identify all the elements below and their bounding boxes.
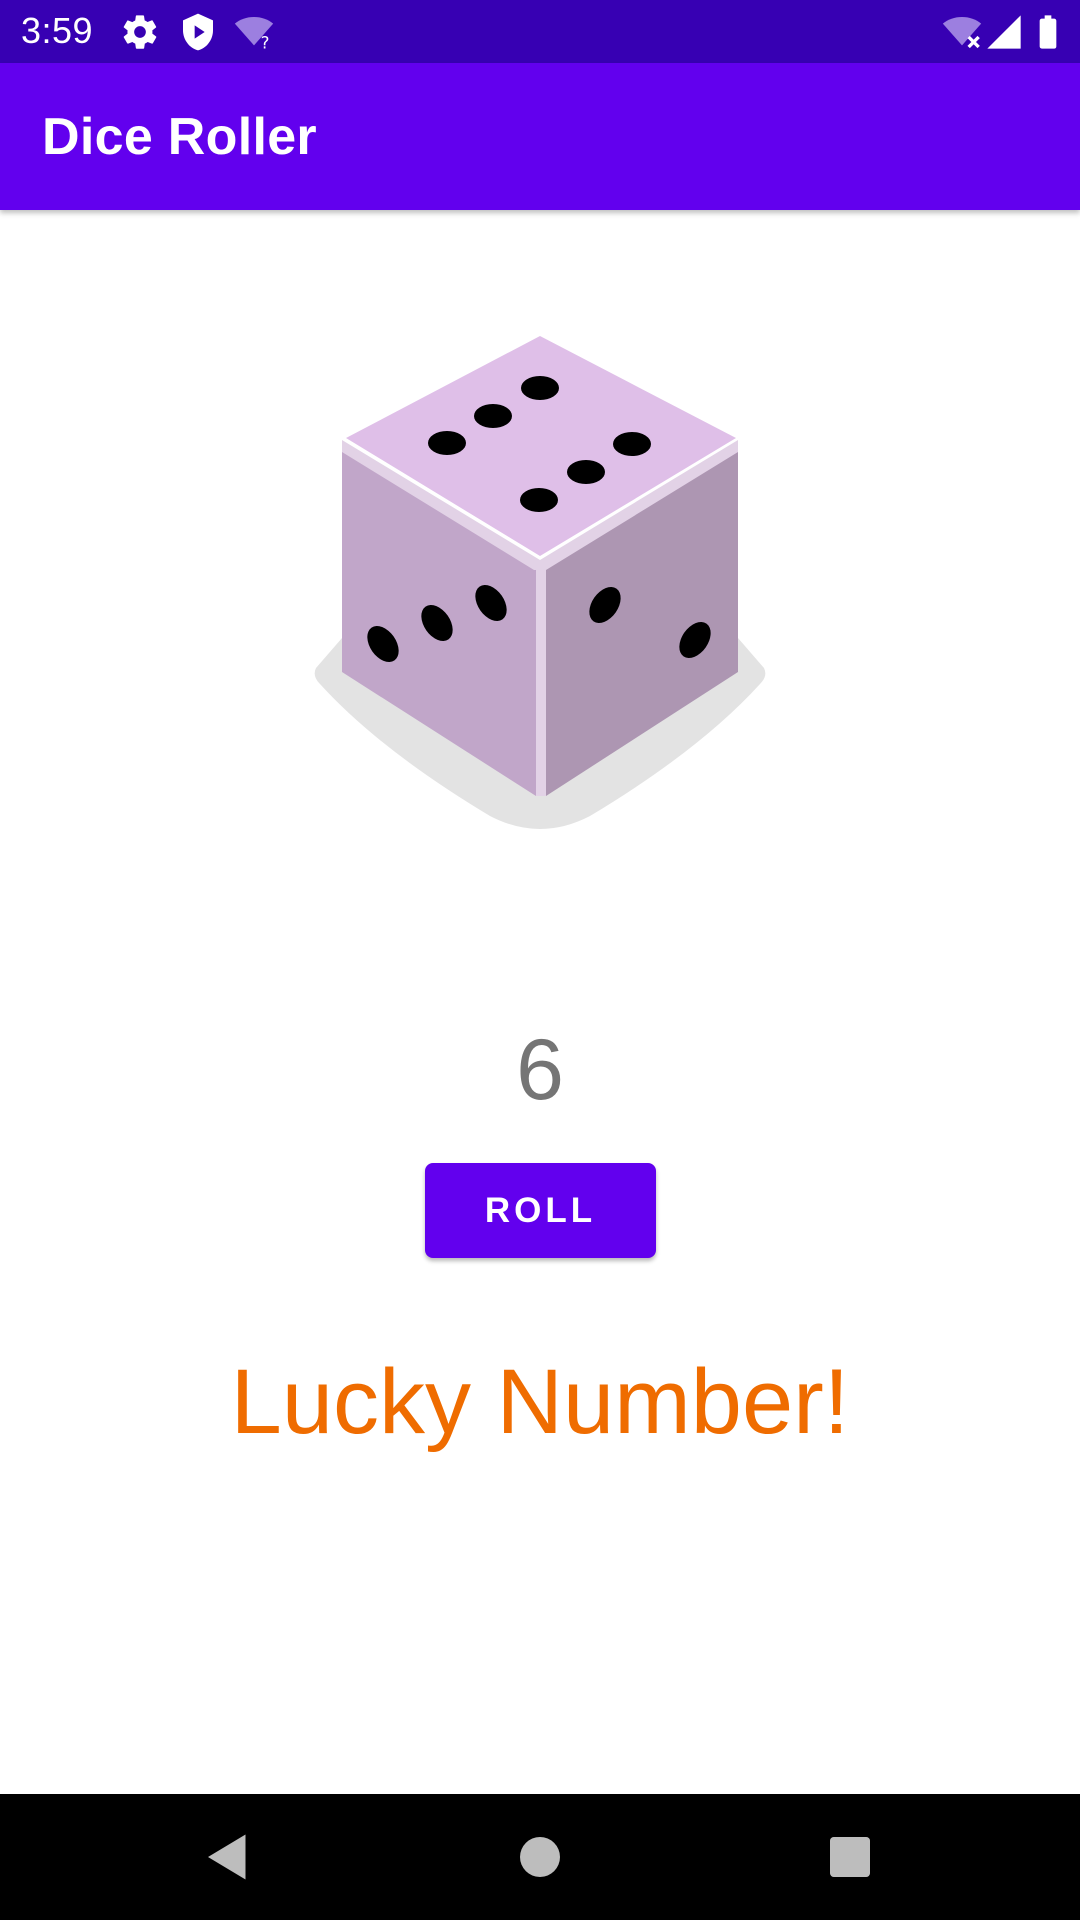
svg-text:?: ? — [261, 34, 270, 52]
status-bar: 3:59 ? — [0, 0, 1080, 63]
cellular-signal-icon — [984, 12, 1024, 52]
screen: 3:59 ? Dice Roller 6 ROLL Lucky Number! — [0, 0, 1080, 1920]
battery-icon — [1028, 12, 1068, 52]
settings-icon — [120, 12, 160, 52]
wifi-off-icon — [942, 12, 982, 52]
navigation-bar — [0, 1794, 1080, 1920]
dice-icon — [290, 320, 790, 850]
home-icon[interactable] — [510, 1827, 570, 1887]
lucky-number-message: Lucky Number! — [230, 1351, 850, 1453]
wifi-question-icon: ? — [234, 12, 274, 52]
back-icon[interactable] — [198, 1827, 258, 1887]
recents-icon[interactable] — [820, 1827, 880, 1887]
shield-play-icon — [178, 12, 218, 52]
roll-button[interactable]: ROLL — [425, 1163, 656, 1258]
result-text: 6 — [516, 1022, 564, 1118]
app-bar: Dice Roller — [0, 63, 1080, 210]
status-time: 3:59 — [21, 10, 94, 51]
app-title: Dice Roller — [42, 108, 317, 166]
